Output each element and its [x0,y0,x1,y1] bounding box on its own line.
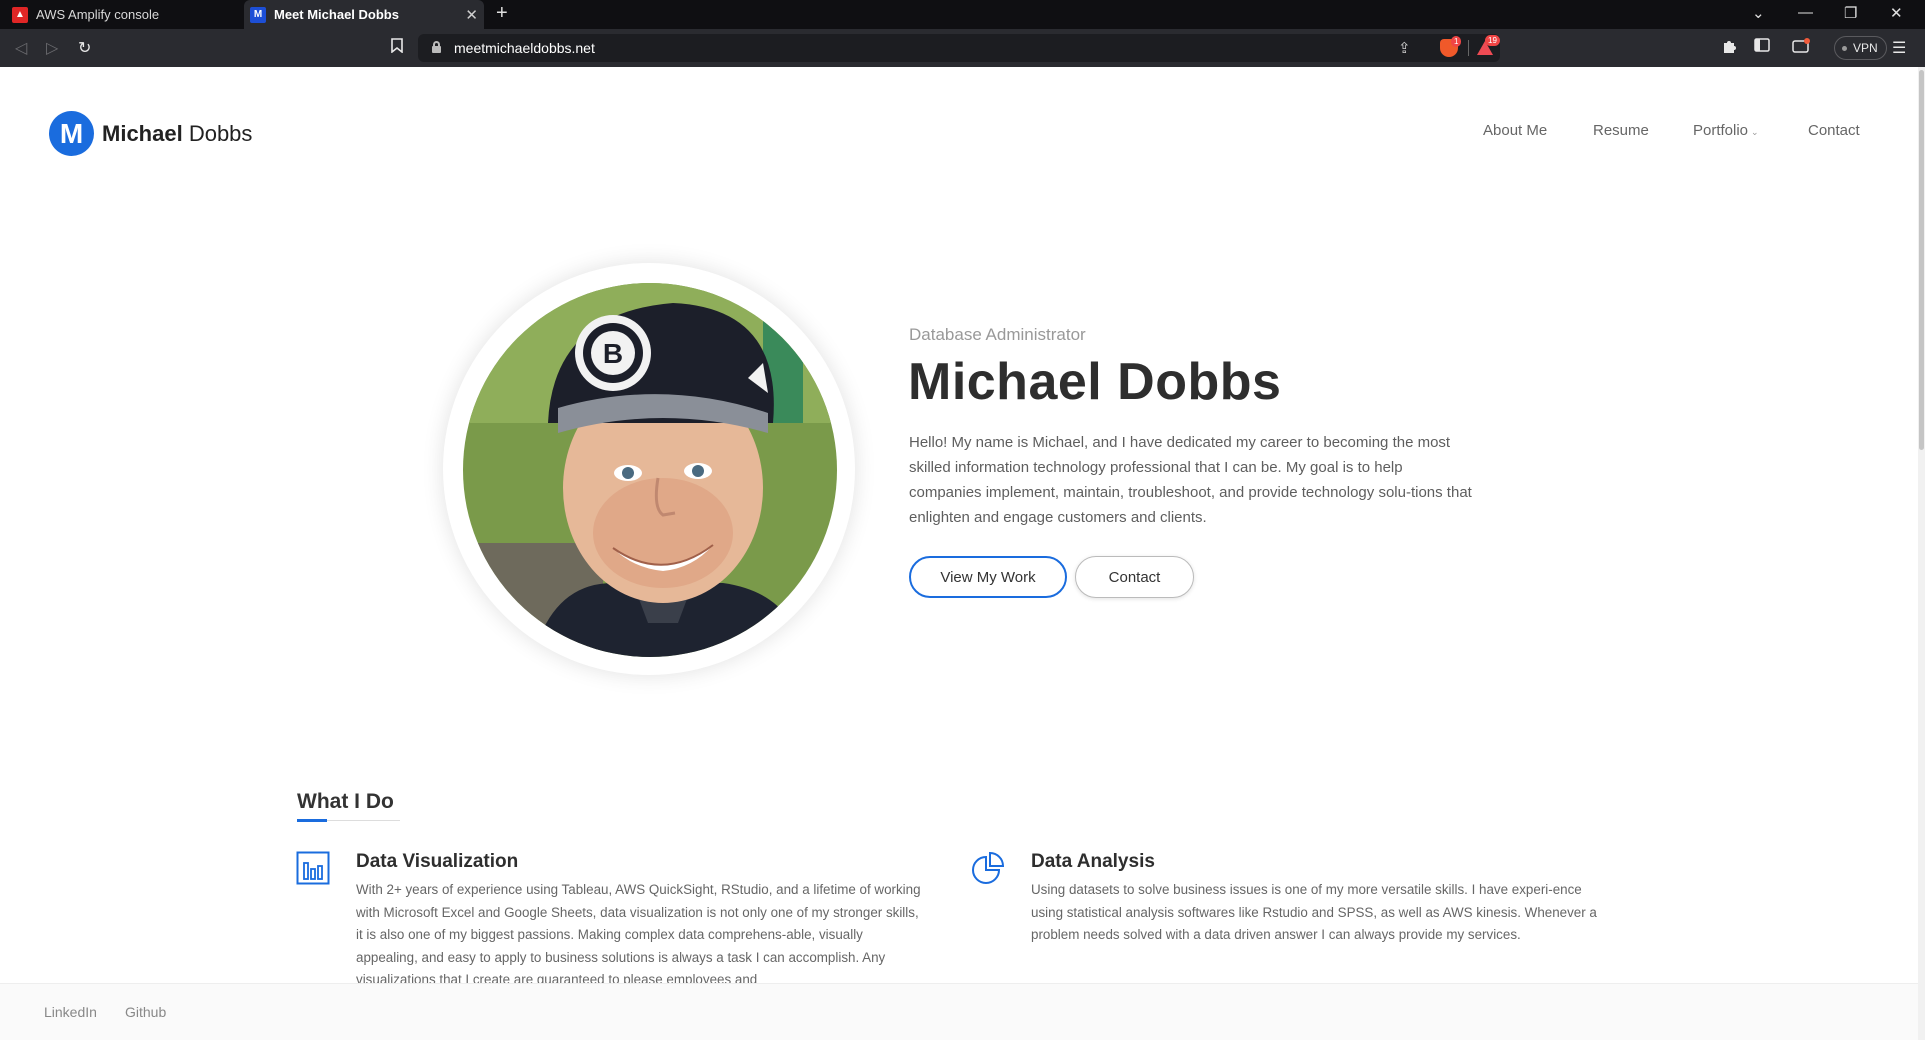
lock-icon [432,41,441,53]
tab-search-chevron-icon[interactable]: ⌄ [1752,4,1765,22]
tab-title: Meet Michael Dobbs [274,7,399,22]
aws-amplify-favicon-icon: ▲ [12,6,28,23]
hero-intro: Hello! My name is Michael, and I have de… [909,434,1472,526]
site-favicon-icon: M [250,6,266,23]
pie-chart-icon [971,851,1005,885]
footer-link-linkedin[interactable]: LinkedIn [44,1004,97,1020]
service-title: Data Analysis [1031,851,1155,872]
svg-text:B: B [603,338,623,369]
scrollbar-thumb[interactable] [1919,70,1924,450]
share-icon[interactable]: ⇪ [1398,39,1411,57]
service-description: With 2+ years of experience using Tablea… [356,882,921,987]
service-description: Using datasets to solve business issues … [1031,882,1597,942]
nav-portfolio[interactable]: Portfolio ⌄ [1693,122,1759,139]
browser-tab-bar: ▲ AWS Amplify console M Meet Michael Dob… [0,0,1925,29]
brand-name: Michael Dobbs [102,121,252,147]
reload-icon[interactable]: ↻ [78,38,91,58]
new-tab-icon[interactable]: + [496,2,508,25]
back-icon[interactable]: ◁ [15,38,27,58]
nav-about-me[interactable]: About Me [1483,122,1547,139]
section-accent-bar [297,819,327,822]
service-title: Data Visualization [356,851,519,872]
vpn-button[interactable]: VPN [1834,36,1887,60]
extensions-puzzle-icon[interactable] [1722,38,1738,59]
tab-title: AWS Amplify console [36,7,160,22]
hero-name: Michael Dobbs [908,353,1282,411]
brand-first-name: Michael [102,120,183,146]
sidebar-icon[interactable] [1754,38,1770,57]
section-title: What I Do [297,790,394,813]
logo-badge: M [49,111,94,156]
brand-last-name: Dobbs [188,120,253,146]
browser-toolbar: ◁ ▷ ↻ meetmichaeldobbs.net ⇪ 1 19 VPN ☰ [0,29,1925,67]
restore-icon[interactable]: ❐ [1844,4,1857,22]
profile-photo: B [463,283,837,657]
tab-aws-amplify[interactable]: ▲ AWS Amplify console [12,0,242,29]
view-my-work-button[interactable]: View My Work [909,556,1067,598]
divider [1468,40,1469,56]
bar-chart-icon [296,851,330,885]
brave-rewards-icon[interactable]: 19 [1476,35,1500,57]
bookmark-icon[interactable] [391,38,403,58]
nav-portfolio-label: Portfolio [1693,122,1749,139]
nav-resume[interactable]: Resume [1593,122,1649,139]
tab-meet-michael-dobbs[interactable]: M Meet Michael Dobbs ✕ [244,0,484,29]
web-page: M Michael Dobbs About Me Resume Portfoli… [0,67,1918,1040]
tab-close-icon[interactable]: ✕ [465,6,478,24]
chevron-down-icon: ⌄ [1751,127,1759,137]
forward-icon[interactable]: ▷ [46,38,58,58]
window-close-icon[interactable]: ✕ [1890,4,1903,22]
address-bar[interactable]: meetmichaeldobbs.net ⇪ 1 19 [418,34,1500,62]
minimize-icon[interactable]: — [1798,4,1813,21]
nav-contact[interactable]: Contact [1808,122,1860,139]
footer: LinkedIn Github [0,983,1918,1040]
menu-icon[interactable]: ☰ [1892,38,1906,58]
rewards-badge: 19 [1485,35,1500,46]
footer-link-github[interactable]: Github [125,1004,166,1020]
contact-button[interactable]: Contact [1075,556,1194,598]
url-text: meetmichaeldobbs.net [454,40,595,56]
wallet-icon[interactable] [1792,38,1810,59]
site-logo[interactable]: M Michael Dobbs [49,111,252,156]
brave-shields-icon[interactable]: 1 [1440,36,1462,57]
hero-subtitle: Database Administrator [909,325,1086,344]
brave-shields-badge: 1 [1451,36,1462,47]
